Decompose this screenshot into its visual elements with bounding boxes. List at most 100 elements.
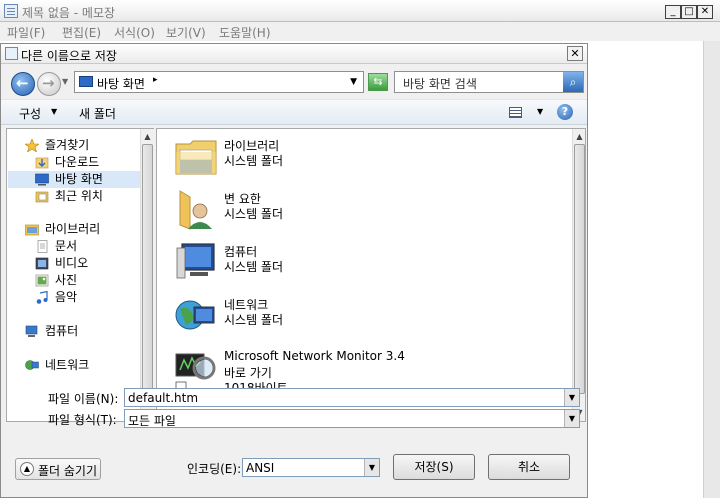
address-dropdown-icon[interactable]: ▼: [350, 77, 357, 87]
nav-item-label: 최근 위치: [55, 189, 103, 203]
view-options-icon[interactable]: [509, 107, 522, 118]
computer-icon: [176, 243, 215, 279]
dialog-title-bar: 다른 이름으로 저장 ✕: [1, 44, 587, 64]
file-type: 시스템 폴더: [224, 313, 284, 327]
menu-edit[interactable]: 편집(E): [62, 24, 101, 41]
search-input[interactable]: 바탕 화면 검색 ⌕: [394, 71, 584, 93]
library-folder-icon: [175, 140, 217, 175]
address-location[interactable]: 바탕 화면: [97, 75, 145, 92]
filename-value[interactable]: default.htm: [128, 391, 198, 405]
scroll-up-icon[interactable]: ▲: [141, 130, 154, 143]
chevron-up-icon: ▲: [20, 462, 34, 476]
nav-item-desktop[interactable]: 바탕 화면: [8, 171, 140, 188]
library-icon: [25, 224, 39, 236]
file-name: Microsoft Network Monitor 3.4: [224, 349, 405, 363]
back-button[interactable]: [11, 72, 35, 96]
refresh-button[interactable]: ⇆: [368, 73, 388, 91]
music-icon: [36, 291, 48, 304]
hide-folders-button[interactable]: ▲ 폴더 숨기기: [15, 458, 101, 480]
nav-item-label: 비디오: [55, 256, 89, 270]
notepad-menu-bar: 파일(F) 편집(E) 서식(O) 보기(V) 도움말(H): [0, 22, 720, 41]
dialog-title: 다른 이름으로 저장: [21, 49, 117, 63]
desktop-icon: [35, 173, 49, 186]
forward-button[interactable]: [37, 72, 61, 96]
user-folder-icon: [179, 190, 212, 230]
nav-libraries-label: 라이브러리: [45, 222, 101, 236]
notepad-title-bar: 제목 없음 - 메모장 _ □ ✕: [0, 0, 720, 22]
maximize-button[interactable]: □: [681, 5, 697, 19]
menu-help[interactable]: 도움말(H): [219, 24, 271, 41]
cancel-button[interactable]: 취소: [488, 454, 570, 480]
dialog-close-button[interactable]: ✕: [567, 46, 583, 61]
recent-places-icon: [35, 191, 49, 203]
hide-folders-label: 폴더 숨기기: [38, 464, 98, 478]
file-list-scrollbar[interactable]: ▲ ▼: [572, 129, 585, 421]
scroll-thumb[interactable]: [142, 144, 153, 390]
nav-item-label: 사진: [55, 273, 78, 287]
nav-favorites-label: 즐겨찾기: [45, 138, 90, 152]
file-type: 시스템 폴더: [224, 207, 284, 221]
history-dropdown-icon[interactable]: ▼: [62, 77, 68, 86]
network-icon: [175, 300, 215, 330]
address-bar[interactable]: 바탕 화면 ▸ ▼: [74, 71, 364, 93]
star-icon: [25, 139, 39, 152]
filename-dropdown-icon[interactable]: ▼: [564, 389, 579, 406]
file-type: 시스템 폴더: [224, 154, 284, 168]
search-placeholder: 바탕 화면 검색: [403, 77, 477, 91]
pictures-icon: [35, 274, 49, 287]
list-item-computer[interactable]: 컴퓨터 시스템 폴더: [174, 240, 534, 288]
close-button[interactable]: ✕: [697, 5, 713, 19]
nav-computer-label: 컴퓨터: [45, 324, 79, 338]
filename-field[interactable]: default.htm ▼: [124, 388, 580, 407]
filename-label: 파일 이름(N):: [48, 392, 119, 406]
save-button[interactable]: 저장(S): [393, 454, 475, 480]
list-item-network[interactable]: 네트워크 시스템 폴더: [174, 293, 534, 341]
encoding-value[interactable]: ANSI: [246, 461, 274, 475]
filetype-dropdown-icon[interactable]: ▼: [564, 410, 579, 427]
nav-item-label: 음악: [55, 290, 78, 304]
save-as-dialog: 다른 이름으로 저장 ✕ ▼ 바탕 화면 ▸ ▼ ⇆ 바탕 화면 검색 ⌕ 구성…: [0, 43, 588, 498]
list-item-user[interactable]: 변 요한 시스템 폴더: [174, 187, 534, 235]
nav-network-label: 네트워크: [45, 358, 90, 372]
help-icon[interactable]: ?: [557, 104, 573, 120]
computer-icon: [25, 325, 38, 337]
command-toolbar: 구성 ▼ 새 폴더 ▼ ?: [1, 99, 587, 125]
organize-dropdown-icon[interactable]: ▼: [51, 107, 57, 116]
file-list: 라이브러리 시스템 폴더 변 요한 시스템 폴더 컴퓨터 시스템 폴더 네트워크…: [156, 128, 586, 422]
minimize-button[interactable]: _: [665, 5, 681, 19]
file-type: 시스템 폴더: [224, 260, 284, 274]
filetype-select[interactable]: 모든 파일 ▼: [124, 409, 580, 428]
view-dropdown-icon[interactable]: ▼: [537, 107, 543, 116]
menu-view[interactable]: 보기(V): [166, 24, 206, 41]
videos-icon: [35, 257, 49, 270]
navigation-pane: 즐겨찾기 다운로드 바탕 화면 최근 위치 라이브러리 문서 비디오 사진 음악…: [6, 128, 154, 422]
encoding-select[interactable]: ANSI ▼: [242, 458, 380, 477]
scroll-up-icon[interactable]: ▲: [573, 130, 585, 143]
search-icon[interactable]: ⌕: [563, 72, 583, 92]
filetype-label: 파일 형식(T):: [48, 413, 117, 427]
downloads-folder-icon: [35, 157, 49, 169]
nav-item-label: 문서: [55, 239, 78, 253]
scroll-thumb[interactable]: [574, 144, 585, 394]
menu-format[interactable]: 서식(O): [114, 24, 155, 41]
notepad-scrollbar[interactable]: [703, 41, 720, 498]
nav-pane-scrollbar[interactable]: ▲ ▼: [140, 129, 154, 421]
nav-item-label: 다운로드: [55, 155, 100, 169]
organize-button[interactable]: 구성: [19, 105, 41, 122]
shortcut-icon: [175, 353, 216, 390]
encoding-dropdown-icon[interactable]: ▼: [364, 459, 379, 476]
nav-item-label: 바탕 화면: [55, 172, 103, 186]
encoding-label: 인코딩(E):: [187, 462, 242, 476]
network-icon: [25, 360, 39, 370]
notepad-app-icon: [4, 4, 18, 18]
breadcrumb-chevron-icon[interactable]: ▸: [153, 75, 158, 85]
menu-file[interactable]: 파일(F): [7, 24, 45, 41]
new-folder-button[interactable]: 새 폴더: [79, 105, 116, 122]
desktop-icon: [79, 76, 93, 87]
notepad-title: 제목 없음 - 메모장: [22, 6, 116, 20]
documents-icon: [37, 240, 48, 253]
filetype-value[interactable]: 모든 파일: [128, 412, 176, 429]
list-item-libraries[interactable]: 라이브러리 시스템 폴더: [174, 134, 534, 182]
list-item-shortcut[interactable]: Microsoft Network Monitor 3.4 바로 가기 1018…: [174, 346, 534, 395]
dialog-app-icon: [5, 47, 18, 60]
